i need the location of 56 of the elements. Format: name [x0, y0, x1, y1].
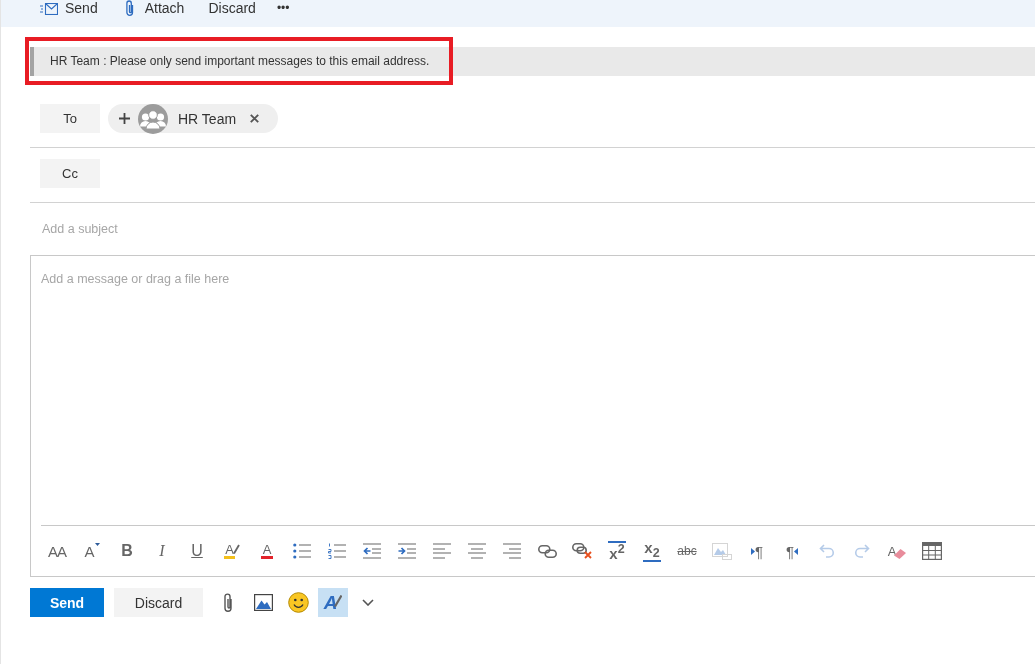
- align-left-icon: [433, 543, 451, 559]
- image-icon: [712, 542, 732, 560]
- superscript-button[interactable]: x$^{2}$: [602, 536, 632, 566]
- send-button[interactable]: Send: [40, 0, 98, 17]
- italic-button[interactable]: I: [147, 536, 177, 566]
- strikethrough-button[interactable]: abc: [672, 536, 702, 566]
- redo-icon: [854, 544, 870, 558]
- numbered-list-icon: [328, 543, 346, 559]
- align-right-icon: [503, 543, 521, 559]
- smiley-icon: [287, 592, 309, 613]
- send-button[interactable]: Send: [30, 588, 104, 617]
- message-editor[interactable]: Add a message or drag a file here AA A B I U A A x$^{2}$ x$_{2}$ abc ¶ ¶ A: [30, 255, 1035, 577]
- link-icon: [537, 544, 557, 558]
- underline-button[interactable]: U: [182, 536, 212, 566]
- font-color-button[interactable]: A: [252, 536, 282, 566]
- table-icon: [922, 542, 942, 560]
- outdent-icon: [363, 543, 381, 559]
- picture-icon: [253, 594, 273, 611]
- undo-icon: [819, 544, 835, 558]
- recipient-name: HR Team: [178, 110, 237, 127]
- bold-button[interactable]: B: [112, 536, 142, 566]
- left-to-right-button[interactable]: ¶: [742, 536, 772, 566]
- highlight-button[interactable]: A: [217, 536, 247, 566]
- to-button[interactable]: To: [40, 104, 100, 133]
- align-center-icon: [468, 543, 486, 559]
- bullet-list-icon: [293, 543, 311, 559]
- triangle-icon: [794, 547, 799, 555]
- more-button[interactable]: •••: [276, 0, 290, 17]
- indent-icon: [398, 543, 416, 559]
- clear-formatting-button[interactable]: A: [882, 536, 912, 566]
- unlink-icon: [572, 543, 592, 559]
- recipient-chip[interactable]: HR Team: [108, 104, 279, 133]
- eraser-icon: [894, 549, 907, 559]
- close-icon: [250, 114, 260, 123]
- message-field[interactable]: Add a message or drag a file here: [31, 256, 1035, 525]
- mail-tip: HR Team : Please only send important messages to this email address.: [30, 47, 1035, 76]
- subscript-button[interactable]: x$_{2}$: [637, 536, 667, 566]
- caret-icon: [94, 543, 100, 546]
- paperclip-icon: [124, 0, 135, 17]
- format-button[interactable]: A: [318, 588, 348, 617]
- brush-icon: [334, 594, 343, 607]
- subject-field[interactable]: Add a subject: [30, 203, 1035, 255]
- pen-icon: [232, 543, 240, 554]
- chevron-down-icon: [362, 599, 374, 606]
- attach-button[interactable]: Attach: [124, 0, 185, 17]
- envelope-icon: [40, 2, 58, 15]
- cc-button[interactable]: Cc: [40, 159, 100, 188]
- paperclip-icon: [222, 592, 234, 613]
- plus-icon: [119, 113, 130, 124]
- right-to-left-button[interactable]: ¶: [777, 536, 807, 566]
- discard-button[interactable]: Discard: [208, 0, 256, 17]
- triangle-icon: [750, 547, 755, 555]
- discard-button[interactable]: Discard: [114, 588, 203, 617]
- font-size-button[interactable]: AA: [42, 536, 72, 566]
- grow-font-button[interactable]: A: [77, 536, 107, 566]
- group-avatar-icon: [138, 103, 168, 134]
